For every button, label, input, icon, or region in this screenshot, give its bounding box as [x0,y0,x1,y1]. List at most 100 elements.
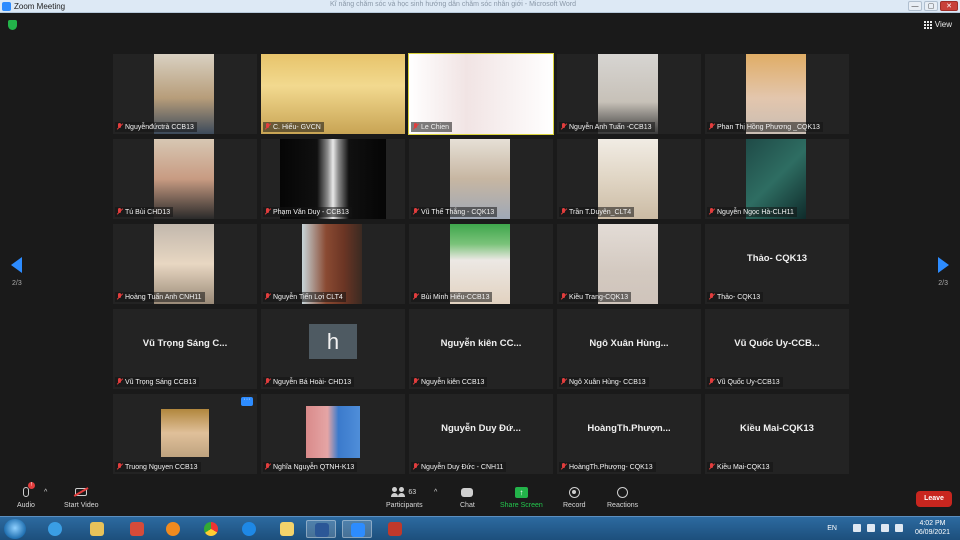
clock[interactable]: 4:02 PM 06/09/2021 [915,519,950,537]
participant-namebar: Hoàng Tuấn Anh CNH11 [115,292,205,302]
folder-icon[interactable] [272,520,302,538]
participant-tile[interactable]: Le Chien [408,53,554,135]
participant-display-name: HoàngTh.Phượn... [587,423,671,434]
participant-name: Nguyễn Ngọc Hà-CLH11 [717,208,794,216]
maximize-button[interactable]: ▢ [924,1,938,11]
participant-tile[interactable]: ··· Truong Nguyen CCB13 [113,394,257,474]
participant-tile[interactable]: Kiều Trang-CQK13 [557,224,701,304]
muted-microphone-icon [708,293,715,301]
participant-tile[interactable]: Bùi Minh Hiếu-CCB13 [409,224,553,304]
muted-microphone-icon [116,293,123,301]
participant-tile[interactable]: Kiều Mai-CQK13 Kiều Mai-CQK13 [705,394,849,474]
minimize-button[interactable]: — [908,1,922,11]
participant-tile[interactable]: Nguyễn Tiến Lợi CLT4 [261,224,405,304]
language-indicator[interactable]: EN [827,525,837,532]
window-controls: — ▢ ✕ [908,1,958,11]
participant-name: C. Hiếu- GVCN [273,123,321,131]
participant-name: Kiều Mai-CQK13 [717,463,770,471]
muted-microphone-icon [412,463,419,471]
participant-namebar: Bùi Minh Hiếu-CCB13 [411,292,493,302]
view-button[interactable]: View [923,20,952,29]
leave-button[interactable]: Leave [916,491,952,507]
participant-tile[interactable]: HoàngTh.Phượn... HoàngTh.Phượng- CQK13 [557,394,701,474]
chat-button[interactable]: Chat [460,485,475,509]
participant-name: Le Chien [421,123,450,131]
tile-more-options-button[interactable]: ··· [241,396,253,406]
tray-up-icon[interactable] [852,524,861,532]
previous-page-arrow-icon[interactable] [11,257,22,273]
participant-namebar: Nghĩa Nguyễn QTNH-K13 [263,462,358,472]
audio-options-caret-icon[interactable]: ^ [44,489,47,496]
internet-explorer-icon[interactable] [40,520,70,538]
muted-microphone-icon [708,463,715,471]
meeting-topbar: View [0,13,960,37]
participant-name: Phạm Văn Duy - CCB13 [273,208,349,216]
participant-tile[interactable]: Nguyễn Duy Đứ... Nguyễn Duy Đức - CNH11 [409,394,553,474]
file-explorer-icon[interactable] [82,520,112,538]
windows-start-icon[interactable] [4,519,26,539]
record-button[interactable]: Record [563,485,586,509]
zoom-taskbar-icon[interactable] [342,520,372,538]
start-video-button[interactable]: Start Video [64,485,99,509]
participant-name: Nguyễn kiên CCB13 [421,378,485,386]
participant-namebar: Kiều Trang-CQK13 [559,292,632,302]
participant-name: Thảo- CQK13 [717,293,761,301]
microphone-icon [22,487,29,497]
participant-name: Nguyễn Bá Hoài- CHD13 [273,378,352,386]
window-titlebar: Zoom Meeting Kĩ năng chăm sóc và học sin… [0,0,960,13]
participants-options-caret-icon[interactable]: ^ [434,489,437,496]
volume-icon[interactable] [894,524,903,532]
participant-tile[interactable]: Thảo- CQK13 Thảo- CQK13 [705,224,849,304]
participant-tile[interactable]: Vũ Thế Thắng - CQK13 [409,139,553,219]
participant-namebar: Thảo- CQK13 [707,292,764,302]
participant-tile[interactable]: Vũ Trọng Sáng C... Vũ Trọng Sáng CCB13 [113,309,257,389]
participant-tile[interactable]: Nguyễn kiên CC... Nguyễn kiên CCB13 [409,309,553,389]
participant-name: Phan Thị Hồng Phương _CQK13 [717,123,820,131]
muted-microphone-icon [412,208,419,216]
participant-namebar: HoàngTh.Phượng- CQK13 [559,462,656,472]
network-icon[interactable] [880,524,889,532]
muted-microphone-icon [264,463,271,471]
participant-namebar: Kiều Mai-CQK13 [707,462,773,472]
next-page-arrow-icon[interactable] [938,257,949,273]
muted-microphone-icon [264,208,271,216]
flag-icon[interactable] [866,524,875,532]
participant-tile[interactable]: C. Hiếu- GVCN [261,54,405,134]
participant-tile[interactable]: Nghĩa Nguyễn QTNH-K13 [261,394,405,474]
participant-tile[interactable]: Hoàng Tuấn Anh CNH11 [113,224,257,304]
participant-namebar: Phan Thị Hồng Phương _CQK13 [707,122,823,132]
participant-name: Kiều Trang-CQK13 [569,293,629,301]
participant-tile[interactable]: h Nguyễn Bá Hoài- CHD13 [261,309,405,389]
chrome-icon[interactable] [196,520,226,538]
participant-tile[interactable]: Tú Bùi CHD13 [113,139,257,219]
participant-tile[interactable]: Nguyễn Ngọc Hà-CLH11 [705,139,849,219]
zoom-app-icon [2,1,11,11]
participant-tile[interactable]: Phạm Văn Duy - CCB13 [261,139,405,219]
share-screen-button[interactable]: ↑ Share Screen [500,485,543,509]
reactions-button[interactable]: Reactions [607,485,638,509]
presentation-app-icon[interactable] [122,520,152,538]
shield-check-icon[interactable] [8,20,17,30]
participant-tile[interactable]: Nguyễnđứctrà CCB13 [113,54,257,134]
muted-microphone-icon [560,378,567,386]
media-player-icon[interactable] [158,520,188,538]
microsoft-word-icon[interactable] [306,520,336,538]
participant-tile[interactable]: Trần T.Duyên_CLT4 [557,139,701,219]
reactions-smiley-icon [617,486,629,498]
participant-tile[interactable]: Ngô Xuân Hùng... Ngô Xuân Hùng- CCB13 [557,309,701,389]
participant-tile[interactable]: Vũ Quốc Uy-CCB... Vũ Quốc Uy-CCB13 [705,309,849,389]
muted-microphone-icon [412,378,419,386]
zalo-icon[interactable] [234,520,264,538]
participant-video [306,406,360,458]
participants-icon [391,487,406,497]
slides-app-icon[interactable] [380,520,410,538]
participant-tile[interactable]: Phan Thị Hồng Phương _CQK13 [705,54,849,134]
participant-tile[interactable]: Nguyễn Anh Tuấn -CCB13 [557,54,701,134]
close-button[interactable]: ✕ [940,1,958,11]
audio-label: Audio [17,502,35,509]
participant-name: Trần T.Duyên_CLT4 [569,208,632,216]
participant-name: Nguyễn Duy Đức - CNH11 [421,463,504,471]
muted-microphone-icon [708,208,715,216]
participants-button[interactable]: 63 Participants [386,485,423,509]
audio-button[interactable]: ! Audio [17,482,35,509]
